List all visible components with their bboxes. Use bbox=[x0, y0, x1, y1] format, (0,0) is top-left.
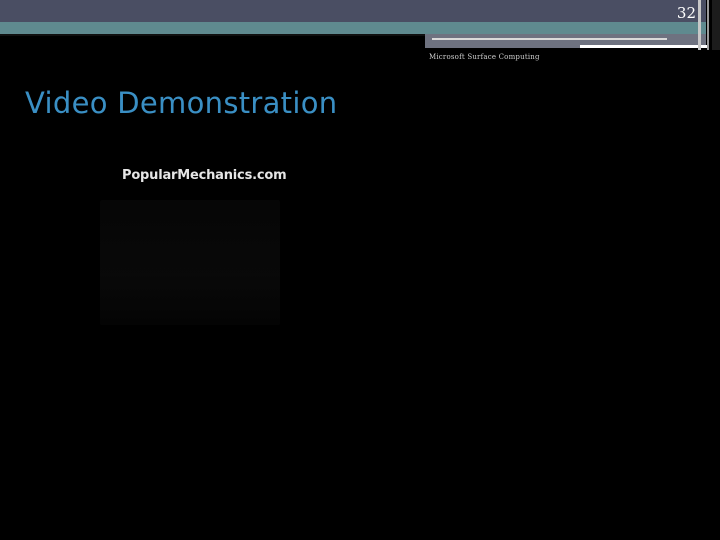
header-rule-short bbox=[580, 45, 707, 48]
slide-title: Video Demonstration bbox=[25, 86, 338, 120]
header-vertical-bar bbox=[698, 0, 701, 50]
header-vertical-bar bbox=[707, 0, 709, 50]
header-rule bbox=[432, 38, 667, 40]
video-frame bbox=[100, 200, 280, 325]
header-band bbox=[0, 0, 706, 22]
header-accent-band bbox=[0, 22, 706, 34]
slide: 32 Microsoft Surface Computing Video Dem… bbox=[0, 0, 720, 540]
slide-number: 32 bbox=[676, 4, 696, 22]
header-divider bbox=[0, 34, 425, 36]
slide-footer: Microsoft Surface Computing bbox=[429, 53, 540, 61]
embedded-video[interactable]: PopularMechanics.com bbox=[96, 160, 300, 328]
video-logo: PopularMechanics.com bbox=[122, 168, 287, 183]
header-vertical-bar bbox=[712, 0, 720, 50]
